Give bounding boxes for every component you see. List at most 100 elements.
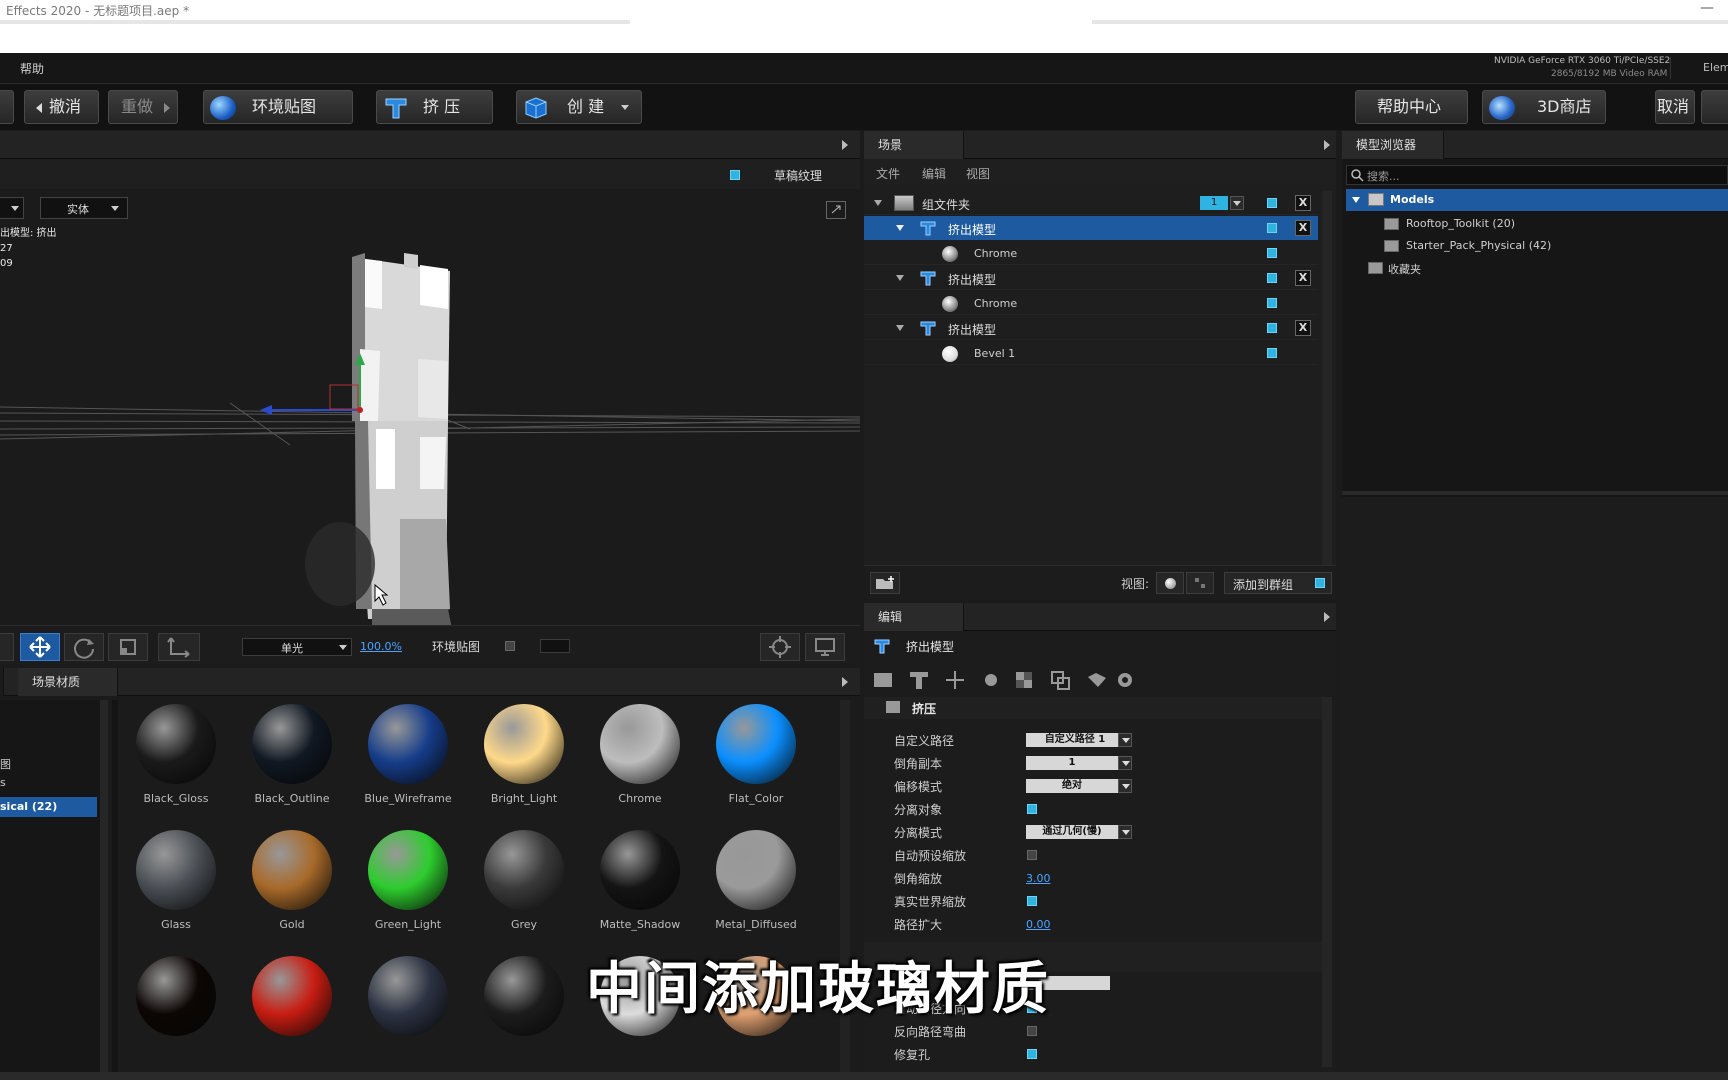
scene-row-material-2[interactable]: Chrome [864, 291, 1318, 315]
browser-favorites[interactable]: 收藏夹 [1368, 259, 1698, 279]
browser-search[interactable]: 搜索... [1346, 165, 1728, 185]
tool-axis[interactable] [158, 633, 200, 661]
create-button[interactable]: 创 建 [516, 90, 642, 124]
material-item[interactable]: Grey [470, 830, 570, 950]
prop-auto-preset-scale-checkbox[interactable] [1027, 850, 1037, 860]
draft-texture-checkbox[interactable] [730, 170, 740, 180]
material-item[interactable]: Green_Light [354, 830, 454, 950]
material-item[interactable] [122, 956, 222, 1072]
extrude-button[interactable]: 挤 压 [376, 90, 493, 124]
light-mode-dropdown[interactable]: 单光 [242, 638, 352, 656]
undo-button[interactable]: 撤消 [24, 90, 99, 124]
tab-model-browser[interactable]: 模型浏览器 [1342, 131, 1444, 159]
minimize-button[interactable]: — [1700, 0, 1714, 16]
material-item[interactable]: Metal_Diffused [702, 830, 802, 950]
transform-gizmo[interactable] [260, 353, 365, 415]
tab-edit[interactable]: 编辑 [864, 603, 964, 631]
new-folder-button[interactable] [870, 572, 900, 594]
material-item[interactable]: Chrome [586, 704, 686, 824]
group-delete-button[interactable]: X [1295, 195, 1311, 211]
edit-collapse-icon[interactable] [1324, 612, 1330, 622]
material-item[interactable]: Blue_Wireframe [354, 704, 454, 824]
materials-collapse-icon[interactable] [842, 677, 848, 687]
tool-select[interactable] [0, 633, 14, 661]
model-3-visible-checkbox[interactable] [1267, 323, 1277, 333]
env-map-button[interactable]: 环境贴图 [203, 90, 353, 124]
materials-left-tab[interactable] [0, 668, 4, 696]
models-expand-icon[interactable] [1352, 197, 1360, 203]
prop-offset-mode-dropdown-icon[interactable] [1118, 779, 1132, 793]
browser-splitter[interactable] [1342, 491, 1728, 495]
scene-row-model-3[interactable]: 挤出模型 X [864, 316, 1318, 340]
material-3-visible-checkbox[interactable] [1267, 348, 1277, 358]
view-sphere-button[interactable] [1156, 572, 1184, 594]
prop-separate-objects-checkbox[interactable] [1027, 804, 1037, 814]
scene-collapse-icon[interactable] [1324, 140, 1330, 150]
scene-row-model-1[interactable]: 挤出模型 X [864, 216, 1318, 240]
group-count[interactable]: 1 [1200, 196, 1228, 210]
redo-button[interactable]: 重做 [108, 90, 178, 124]
scene-menu-file[interactable]: 文件 [876, 165, 900, 182]
help-center-button[interactable]: 帮助中心 [1355, 90, 1468, 124]
sidebar-item-2[interactable]: s [0, 776, 6, 789]
material-item[interactable] [238, 956, 338, 1072]
viewport-3d-scene[interactable] [0, 189, 860, 629]
prop-real-world-scale-checkbox[interactable] [1027, 896, 1037, 906]
material-item[interactable]: Matte_Shadow [586, 830, 686, 950]
prop-offset-mode-value[interactable]: 绝对 [1026, 779, 1118, 793]
browser-item-rooftop[interactable]: Rooftop_Toolkit (20) [1384, 215, 1714, 235]
tab-scene-materials[interactable]: 场景材质 [18, 668, 118, 696]
model-1-delete-button[interactable]: X [1295, 220, 1311, 236]
target-button[interactable] [760, 633, 800, 661]
prop-bevel-copies-value[interactable]: 1 [1026, 756, 1118, 770]
prop-bevel-scale-value[interactable]: 3.00 [1026, 872, 1051, 885]
tool-scale[interactable] [108, 633, 148, 661]
scene-menu-edit[interactable]: 编辑 [922, 165, 946, 182]
cancel-button[interactable]: 取消 [1655, 90, 1695, 124]
prop-path-expand-value[interactable]: 0.00 [1026, 918, 1051, 931]
model-3-expand-icon[interactable] [896, 325, 904, 331]
materials-splitter[interactable] [100, 700, 108, 1072]
env-map-toggle-checkbox[interactable] [505, 641, 515, 651]
store-button[interactable]: 3D商店 [1482, 90, 1606, 124]
material-item[interactable]: Black_Outline [238, 704, 338, 824]
prop-fix-holes-checkbox[interactable] [1027, 1049, 1037, 1059]
prop-bevel-copies-dropdown-icon[interactable] [1118, 756, 1132, 770]
group-folder-row[interactable]: 组文件夹 1 X [864, 191, 1318, 215]
display-button[interactable] [805, 633, 845, 661]
edit-scrollbar[interactable] [1322, 697, 1332, 1067]
prop-separate-mode-value[interactable]: 通过几何(慢) [1026, 825, 1118, 839]
model-1-visible-checkbox[interactable] [1267, 223, 1277, 233]
browser-root-models[interactable]: Models [1346, 189, 1728, 211]
prop-separate-mode-dropdown-icon[interactable] [1118, 825, 1132, 839]
scene-scrollbar[interactable] [1322, 191, 1332, 567]
menu-help[interactable]: 帮助 [20, 60, 44, 77]
prop-custom-path-value[interactable]: 自定义路径 1 [1026, 733, 1124, 747]
model-3-delete-button[interactable]: X [1295, 320, 1311, 336]
scene-row-material-1[interactable]: Chrome [864, 241, 1318, 265]
env-map-swatch[interactable] [540, 639, 570, 653]
model-1-expand-icon[interactable] [896, 225, 904, 231]
extrude-section-header[interactable]: 挤压 [864, 697, 1322, 719]
sidebar-item-1[interactable]: 图 [0, 756, 11, 772]
material-item[interactable] [470, 956, 570, 1072]
tab-scene[interactable]: 场景 [864, 131, 964, 159]
tool-move[interactable] [20, 633, 60, 661]
scene-row-model-2[interactable]: 挤出模型 X [864, 266, 1318, 290]
prop-reverse-path-bend-checkbox[interactable] [1027, 1026, 1037, 1036]
sidebar-item-physical[interactable]: sical (22) [0, 797, 97, 817]
add-to-group-checkbox[interactable] [1315, 578, 1325, 588]
material-2-visible-checkbox[interactable] [1267, 298, 1277, 308]
ok-button[interactable] [1701, 90, 1728, 124]
group-count-dropdown[interactable] [1230, 196, 1244, 210]
model-2-visible-checkbox[interactable] [1267, 273, 1277, 283]
material-item[interactable]: Black_Gloss [122, 704, 222, 824]
material-item[interactable]: Flat_Color [702, 704, 802, 824]
extruded-model[interactable] [305, 253, 452, 629]
viewport-collapse-icon[interactable] [842, 140, 848, 150]
material-item[interactable]: Glass [122, 830, 222, 950]
material-item[interactable] [354, 956, 454, 1072]
material-1-visible-checkbox[interactable] [1267, 248, 1277, 258]
scene-menu-view[interactable]: 视图 [966, 165, 990, 182]
view-grid-button[interactable] [1186, 572, 1214, 594]
